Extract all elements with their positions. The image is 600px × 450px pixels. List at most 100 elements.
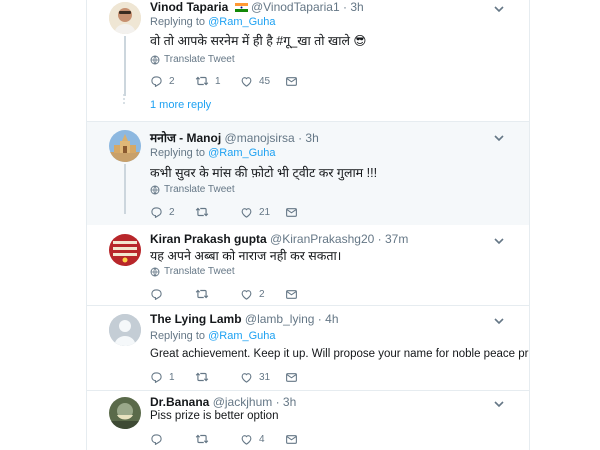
heart-icon (240, 371, 253, 384)
tweet-manoj[interactable]: मनोज - Manoj @manojsirsa · 3h Replying t… (87, 122, 529, 225)
reply-button[interactable]: 1 (150, 371, 195, 384)
replying-to-link[interactable]: @Ram_Guha (208, 330, 275, 342)
translate-label: Translate Tweet (164, 184, 235, 195)
author-name[interactable]: Vinod Taparia (150, 0, 228, 14)
like-button[interactable]: 21 (240, 206, 285, 219)
author-handle[interactable]: @manojsirsa (225, 131, 295, 145)
tweet-actions: 2 21 (150, 204, 330, 220)
author-name[interactable]: The Lying Lamb (150, 312, 242, 326)
replying-to: Replying to @Ram_Guha (150, 147, 276, 159)
retweet-icon (195, 370, 209, 384)
separator: · (377, 232, 382, 246)
replying-to-link[interactable]: @Ram_Guha (208, 147, 275, 159)
translate-tweet[interactable]: Translate Tweet (150, 54, 235, 65)
tweet-text: Piss prize is better option (150, 410, 279, 422)
retweet-icon (195, 287, 209, 301)
envelope-icon (285, 206, 298, 219)
retweet-icon (195, 74, 209, 88)
thread-line (124, 164, 126, 214)
replying-to: Replying to @Ram_Guha (150, 16, 276, 28)
timestamp[interactable]: 37m (385, 232, 408, 246)
author-handle[interactable]: @KiranPrakashg20 (270, 232, 374, 246)
direct-message-button[interactable] (285, 371, 330, 384)
translate-tweet[interactable]: Translate Tweet (150, 266, 235, 277)
author-name[interactable]: मनोज - Manoj (150, 131, 221, 145)
avatar[interactable] (109, 234, 141, 266)
tweet-header: Vinod Taparia @VinodTaparia1 · 3h (150, 0, 364, 15)
envelope-icon (285, 371, 298, 384)
timestamp[interactable]: 3h (305, 131, 318, 145)
separator: · (298, 131, 303, 145)
chevron-down-icon[interactable] (493, 235, 505, 247)
avatar[interactable] (109, 314, 141, 346)
retweet-icon (195, 205, 209, 219)
author-handle[interactable]: @lamb_lying (245, 312, 315, 326)
globe-icon (150, 55, 160, 65)
timestamp[interactable]: 3h (350, 0, 363, 14)
retweet-button[interactable] (195, 432, 240, 446)
tweet-kiran[interactable]: Kiran Prakash gupta @KiranPrakashg20 · 3… (87, 226, 529, 304)
envelope-icon (285, 433, 298, 446)
retweet-icon (195, 432, 209, 446)
tweet-header: मनोज - Manoj @manojsirsa · 3h (150, 129, 319, 146)
avatar[interactable] (109, 130, 141, 162)
replying-prefix: Replying to (150, 16, 206, 28)
chevron-down-icon[interactable] (493, 3, 505, 15)
like-count: 31 (259, 371, 271, 383)
reply-count: 1 (169, 371, 175, 383)
separator: · (317, 312, 322, 326)
translate-tweet[interactable]: Translate Tweet (150, 184, 235, 195)
translate-label: Translate Tweet (164, 266, 235, 277)
globe-icon (150, 185, 160, 195)
reply-icon (150, 75, 163, 88)
direct-message-button[interactable] (285, 433, 330, 446)
like-count: 2 (259, 288, 265, 300)
tweet-dr-banana[interactable]: Dr.Banana @jackjhum · 3h Piss prize is b… (87, 391, 529, 450)
reply-button[interactable]: 2 (150, 206, 195, 219)
reply-button[interactable] (150, 433, 195, 446)
like-count: 45 (259, 75, 271, 87)
reply-button[interactable] (150, 288, 195, 301)
retweet-button[interactable] (195, 370, 240, 384)
avatar[interactable] (109, 397, 141, 429)
tweet-vinod[interactable]: Vinod Taparia @VinodTaparia1 · 3h Replyi… (87, 0, 529, 118)
author-handle[interactable]: @VinodTaparia1 (251, 0, 340, 14)
timestamp[interactable]: 4h (325, 312, 338, 326)
timestamp[interactable]: 3h (283, 395, 296, 409)
reply-count: 2 (169, 206, 175, 218)
avatar[interactable] (109, 2, 141, 34)
tweet-header: Dr.Banana @jackjhum · 3h (150, 395, 296, 409)
author-name[interactable]: Dr.Banana (150, 395, 209, 409)
replying-to-link[interactable]: @Ram_Guha (208, 16, 275, 28)
separator: · (275, 395, 280, 409)
tweet-actions: 4 (150, 431, 330, 447)
reply-button[interactable]: 2 (150, 75, 195, 88)
chevron-down-icon[interactable] (493, 315, 505, 327)
like-button[interactable]: 31 (240, 371, 285, 384)
direct-message-button[interactable] (285, 288, 330, 301)
tweet-header: Kiran Prakash gupta @KiranPrakashg20 · 3… (150, 232, 408, 246)
translate-label: Translate Tweet (164, 54, 235, 65)
retweet-button[interactable] (195, 287, 240, 301)
author-handle[interactable]: @jackjhum (213, 395, 273, 409)
retweet-count: 1 (215, 75, 221, 87)
retweet-button[interactable]: 1 (195, 74, 240, 88)
like-count: 4 (259, 433, 265, 445)
tweet-actions: 2 (150, 286, 330, 302)
heart-icon (240, 288, 253, 301)
chevron-down-icon[interactable] (493, 398, 505, 410)
like-button[interactable]: 45 (240, 75, 285, 88)
page: { "colors": { "link": "#1da1f2", "muted"… (0, 0, 600, 450)
author-name[interactable]: Kiran Prakash gupta (150, 232, 267, 246)
like-button[interactable]: 4 (240, 433, 285, 446)
thread-line (124, 36, 126, 96)
like-button[interactable]: 2 (240, 288, 285, 301)
tweet-lying-lamb[interactable]: The Lying Lamb @lamb_lying · 4h Replying… (87, 306, 529, 390)
direct-message-button[interactable] (285, 75, 330, 88)
direct-message-button[interactable] (285, 206, 330, 219)
reply-icon (150, 371, 163, 384)
more-replies-link[interactable]: 1 more reply (150, 99, 211, 111)
tweet-actions: 1 31 (150, 369, 330, 385)
chevron-down-icon[interactable] (493, 132, 505, 144)
retweet-button[interactable] (195, 205, 240, 219)
